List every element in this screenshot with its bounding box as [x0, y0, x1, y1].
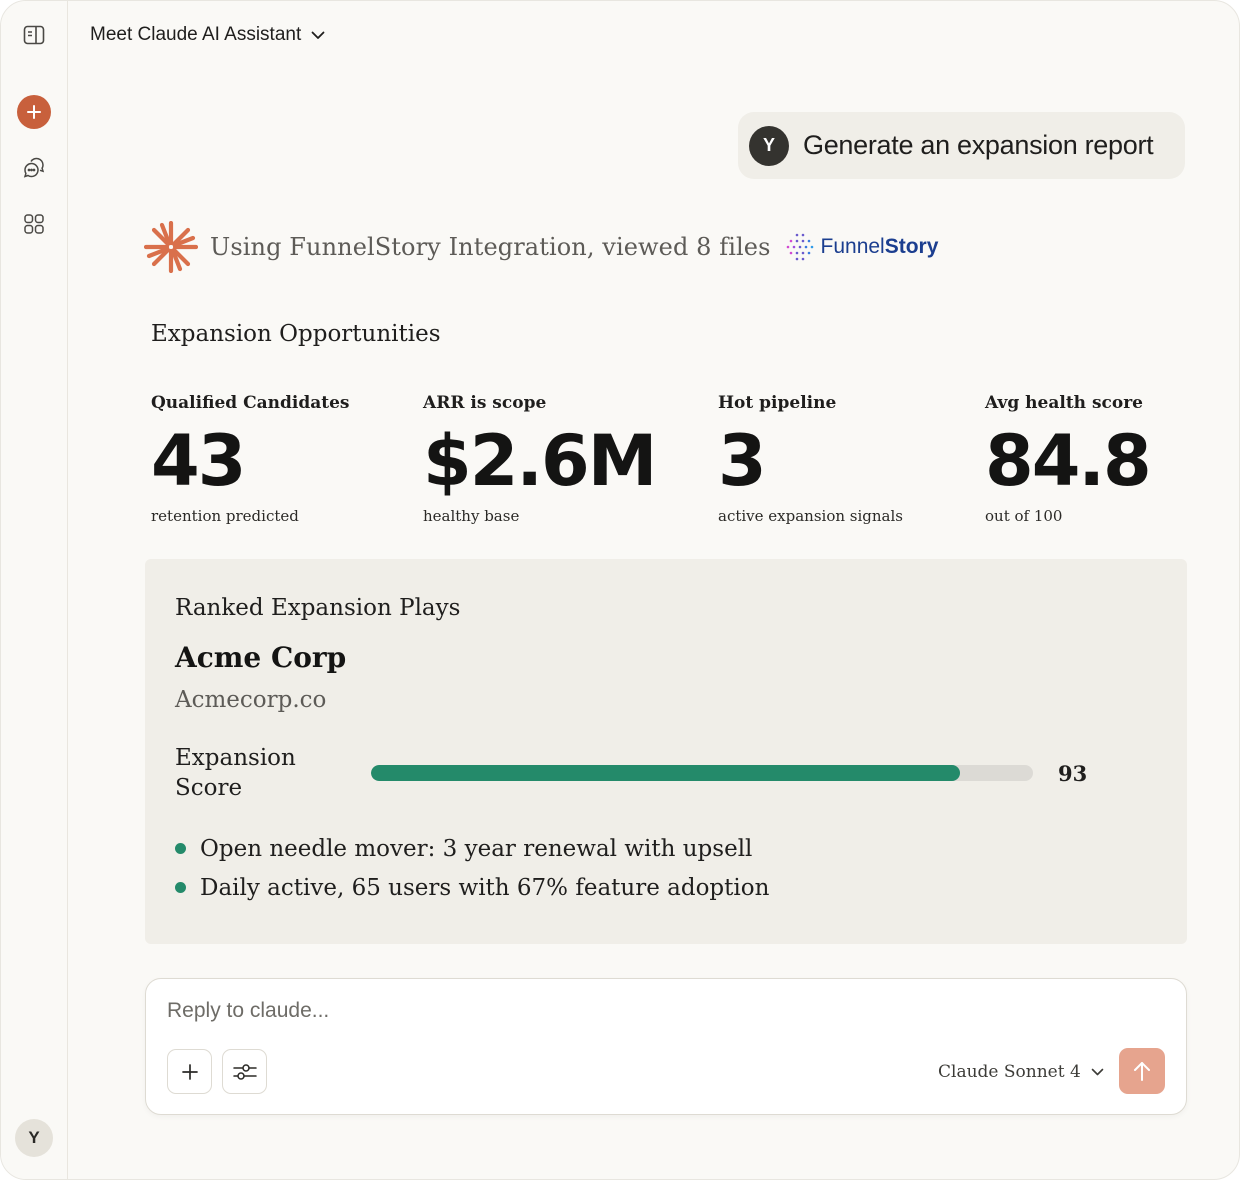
stat-label: ARR is scope — [423, 393, 547, 413]
expansion-score-fill — [371, 765, 961, 781]
chat-bubbles-icon — [23, 157, 45, 178]
stat-label: Qualified Candidates — [151, 393, 350, 413]
funnelstory-dots-icon — [786, 233, 813, 261]
plus-icon — [27, 105, 41, 119]
stat-hot-pipeline: Hot pipeline 3 active expansion signals — [718, 393, 903, 525]
bullet-dot-icon — [175, 843, 186, 854]
company-url: Acmecorp.co — [175, 687, 327, 713]
sliders-icon — [232, 1063, 257, 1080]
play-bullets: Open needle mover: 3 year renewal with u… — [175, 829, 769, 907]
conversation-title: Meet Claude AI Assistant — [90, 24, 302, 45]
send-button[interactable] — [1119, 1048, 1165, 1094]
integration-text: Using FunnelStory Integration, viewed 8 … — [210, 233, 771, 261]
arrow-up-icon — [1134, 1062, 1150, 1081]
sidebar-toggle-icon — [23, 25, 45, 45]
chevron-down-icon — [1091, 1068, 1104, 1076]
expansion-score-label: Expansion Score — [175, 745, 296, 801]
model-selector[interactable]: Claude Sonnet 4 — [938, 1059, 1104, 1085]
user-message-text: Generate an expansion report — [803, 130, 1154, 160]
stat-subtext: active expansion signals — [718, 507, 903, 525]
model-name: Claude Sonnet 4 — [938, 1062, 1081, 1082]
integration-status: Using FunnelStory Integration, viewed 8 … — [144, 221, 938, 273]
user-message-avatar: Y — [749, 125, 789, 166]
expansion-score-bar — [371, 765, 1033, 781]
stat-arr-scope: ARR is scope $2.6M healthy base — [423, 393, 657, 525]
user-message: Y Generate an expansion report — [738, 112, 1185, 179]
reply-composer: Claude Sonnet 4 — [145, 978, 1187, 1115]
list-item: Daily active, 65 users with 67% feature … — [175, 868, 769, 907]
sidebar: Y — [1, 1, 68, 1179]
stat-avg-health-score: Avg health score 84.8 out of 100 — [985, 393, 1152, 525]
stat-subtext: retention predicted — [151, 507, 299, 525]
stat-value: 84.8 — [985, 420, 1152, 502]
card-title: Ranked Expansion Plays — [175, 595, 461, 621]
chats-button[interactable] — [17, 151, 51, 185]
chevron-down-icon — [311, 31, 325, 39]
stat-value: 43 — [151, 420, 246, 502]
stat-label: Avg health score — [985, 393, 1143, 413]
stat-qualified-candidates: Qualified Candidates 43 retention predic… — [151, 393, 349, 525]
expansion-plays-card: Ranked Expansion Plays Acme Corp Acmecor… — [145, 559, 1187, 944]
section-title: Expansion Opportunities — [151, 321, 441, 347]
expansion-score-value: 93 — [1058, 761, 1088, 786]
sidebar-toggle-button[interactable] — [17, 18, 51, 52]
tools-settings-button[interactable] — [222, 1049, 267, 1094]
apps-grid-icon — [24, 214, 44, 234]
app-window: Y Meet Claude AI Assistant Y Generate an… — [0, 0, 1240, 1180]
company-name: Acme Corp — [175, 641, 347, 674]
list-item: Open needle mover: 3 year renewal with u… — [175, 829, 769, 868]
stat-subtext: out of 100 — [985, 507, 1063, 525]
stat-subtext: healthy base — [423, 507, 520, 525]
stat-value: 3 — [718, 420, 767, 502]
reply-input[interactable] — [167, 999, 967, 1023]
stat-label: Hot pipeline — [718, 393, 837, 413]
add-attachment-button[interactable] — [167, 1049, 212, 1094]
funnelstory-logo: FunnelStory — [785, 232, 939, 262]
bullet-dot-icon — [175, 882, 186, 893]
claude-asterisk-icon — [144, 221, 198, 273]
user-avatar[interactable]: Y — [15, 1119, 53, 1157]
conversation-title-dropdown[interactable]: Meet Claude AI Assistant — [90, 21, 325, 49]
apps-button[interactable] — [17, 207, 51, 241]
plus-icon — [181, 1063, 198, 1080]
new-chat-button[interactable] — [17, 95, 51, 129]
funnelstory-wordmark: FunnelStory — [820, 235, 939, 258]
stat-value: $2.6M — [423, 420, 657, 502]
